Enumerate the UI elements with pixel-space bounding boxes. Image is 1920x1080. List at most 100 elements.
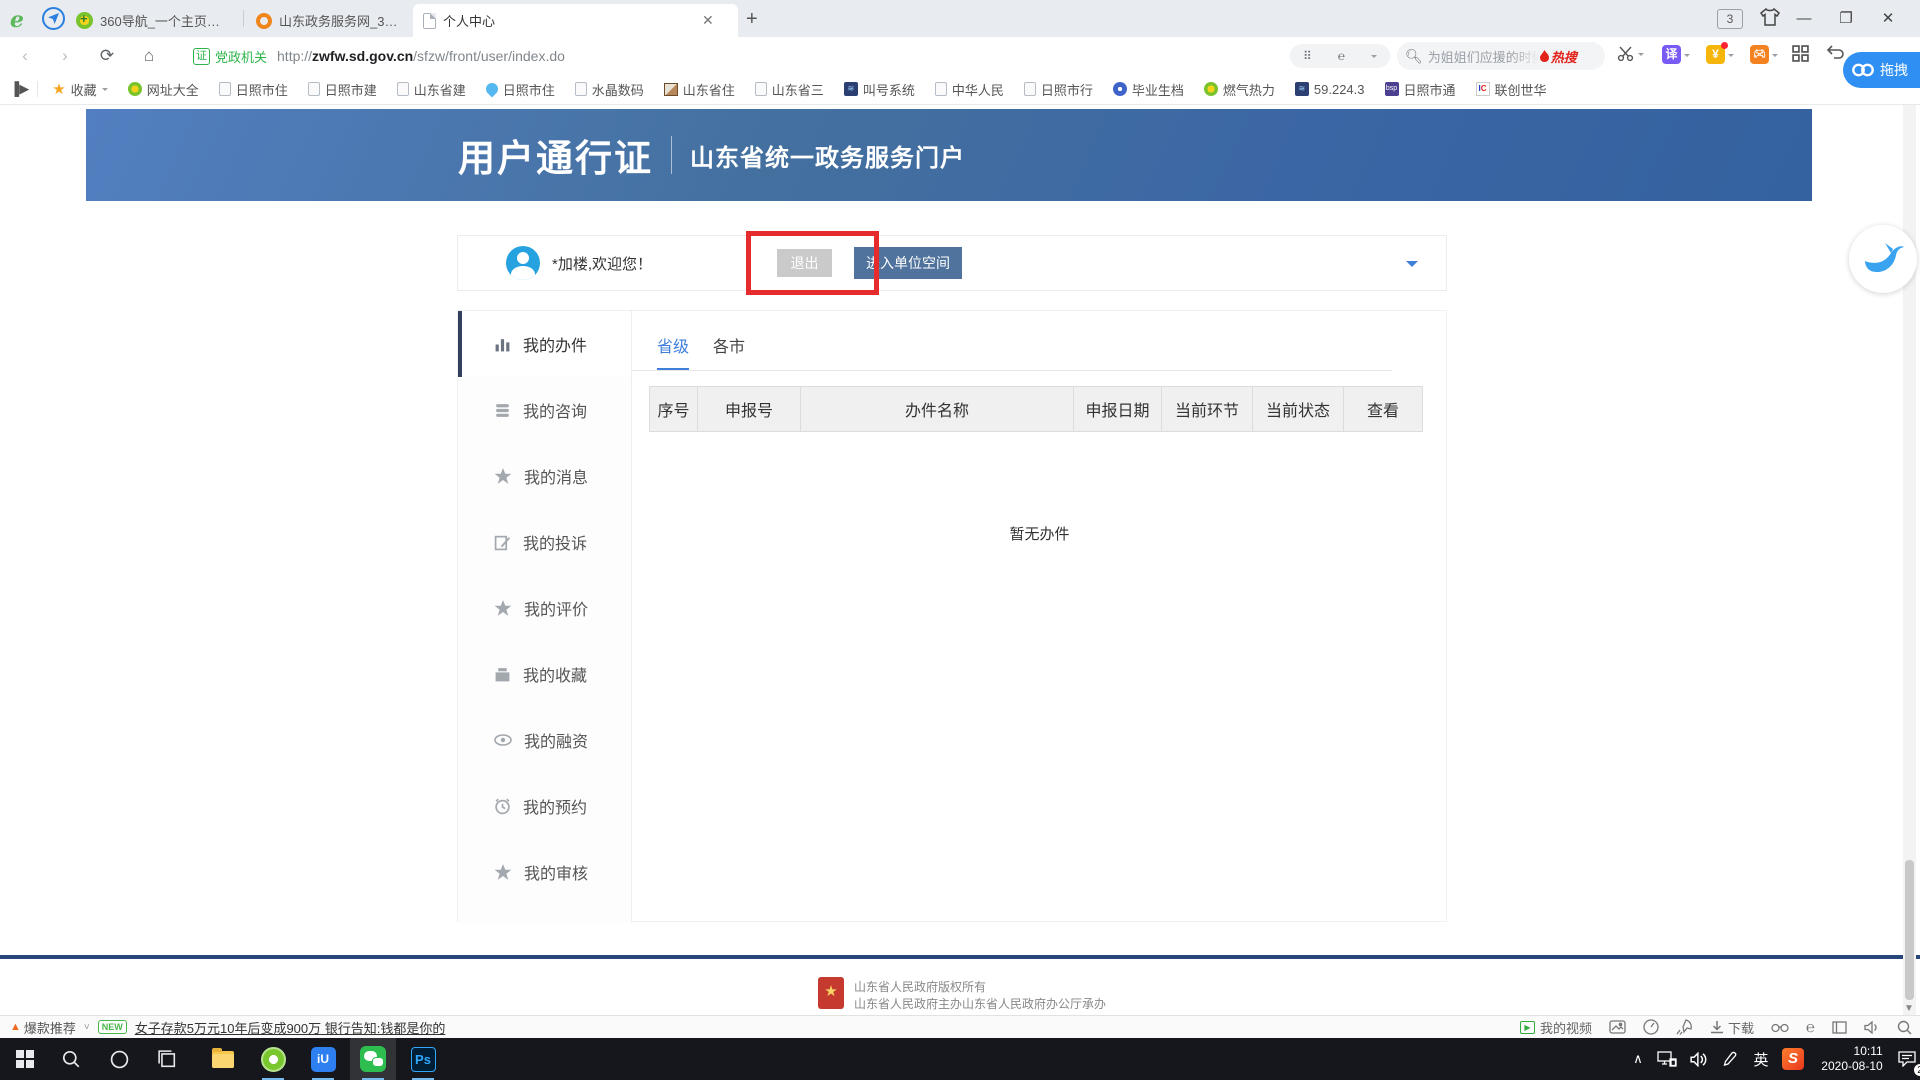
tab-count-badge[interactable]: 3 — [1717, 9, 1743, 29]
bookmark-item[interactable]: IC联创世华 — [1470, 80, 1553, 99]
bookmark-item[interactable]: 山东省三 — [749, 80, 830, 99]
sidebar-expand-icon[interactable]: ▐▶ — [10, 81, 38, 97]
ie-mode-icon[interactable]: ℮ — [1806, 1019, 1815, 1036]
action-center-button[interactable]: 2 — [1894, 1038, 1920, 1080]
sidebar-item-my-messages[interactable]: 我的消息 — [458, 443, 631, 509]
back-icon[interactable]: ‹ — [12, 43, 38, 68]
bookmark-item[interactable]: bsp日照市通 — [1379, 80, 1462, 99]
favorites-menu[interactable]: ★ 收藏 — [46, 80, 113, 99]
url-field[interactable]: 证 党政机关 http://zwfw.sd.gov.cn/sfzw/front/… — [183, 42, 1273, 70]
send-nav-icon[interactable] — [42, 7, 65, 30]
ime-language[interactable]: 英 — [1747, 1038, 1775, 1080]
zoom-search-icon[interactable] — [1897, 1020, 1912, 1035]
download-manager[interactable]: 下载 — [1710, 1018, 1754, 1037]
browser-tab-2[interactable]: 山东政务服务网_360搜索 — [246, 4, 412, 37]
volume-icon[interactable] — [1684, 1038, 1714, 1080]
bookmark-item[interactable]: 毕业生档 — [1107, 80, 1190, 99]
wechat-button[interactable] — [350, 1038, 396, 1080]
taskbar-search[interactable] — [48, 1038, 94, 1080]
photoshop-button[interactable]: Ps — [400, 1038, 446, 1080]
qr-grid-icon[interactable]: ⠿ — [1303, 49, 1312, 63]
home-icon[interactable]: ⌂ — [136, 43, 162, 68]
bookmark-item[interactable]: 日照市行 — [1018, 80, 1099, 99]
sidebar-item-my-financing[interactable]: 我的融资 — [458, 707, 631, 773]
theme-skin-icon[interactable] — [1760, 8, 1780, 31]
hot-search-link[interactable]: 热搜 — [1540, 47, 1577, 66]
360-browser-button[interactable] — [250, 1038, 296, 1080]
bookmark-item[interactable]: 山东省建 — [391, 80, 472, 99]
restore-button[interactable]: ❐ — [1833, 6, 1859, 30]
sidebar-item-my-cases[interactable]: 我的办件 — [458, 311, 631, 377]
search-box[interactable]: 🔍︎ 为姐姐们应援的时候 热搜 — [1397, 42, 1605, 70]
ie-compat-icon[interactable]: ℮ — [1338, 49, 1345, 63]
tray-expand-icon[interactable]: ∧ — [1625, 1038, 1651, 1080]
refresh-icon[interactable]: ⟳ — [94, 43, 120, 68]
bookmark-item[interactable]: 中华人民 — [929, 80, 1010, 99]
image-icon[interactable] — [1609, 1020, 1626, 1034]
chevron-down-icon[interactable]: ˅ — [84, 1022, 90, 1033]
scrollbar-down-icon[interactable]: ▼ — [1904, 1003, 1914, 1014]
undo-closed-tab-tool[interactable] — [1826, 45, 1844, 59]
sidebar-item-my-favorites[interactable]: 我的收藏 — [458, 641, 631, 707]
tab-close-icon[interactable]: ✕ — [700, 12, 716, 29]
sidebar-item-my-consultations[interactable]: 我的咨询 — [458, 377, 631, 443]
bookmark-item[interactable]: 日照市住 — [480, 80, 561, 99]
minimize-button[interactable]: — — [1791, 6, 1817, 30]
bookmark-item[interactable]: 燃气热力 — [1198, 80, 1281, 99]
bookmark-item[interactable]: 山东省住 — [658, 80, 741, 99]
speaker-icon[interactable] — [1864, 1021, 1880, 1034]
360-nav-icon — [76, 12, 93, 29]
browser-tab-3-active[interactable]: 个人中心 ✕ — [413, 4, 738, 37]
search-input-text[interactable]: 为姐姐们应援的时候 — [1428, 47, 1540, 66]
rocket-icon[interactable] — [1676, 1019, 1693, 1035]
bookmark-item[interactable]: ≋叫号系统 — [838, 80, 921, 99]
iu-app-button[interactable]: iU — [300, 1038, 346, 1080]
file-explorer-button[interactable] — [200, 1038, 246, 1080]
bookmark-item[interactable]: 水晶数码 — [569, 80, 650, 99]
chevron-down-icon[interactable] — [1371, 55, 1377, 61]
speed-dial-icon[interactable] — [1643, 1019, 1659, 1035]
start-button[interactable] — [2, 1038, 48, 1080]
hot-recommend[interactable]: ▲爆款推荐 — [10, 1018, 76, 1037]
translate-tool[interactable]: 译 — [1662, 45, 1690, 64]
apps-grid-tool[interactable] — [1792, 45, 1809, 62]
close-button[interactable]: ✕ — [1875, 6, 1901, 30]
taskbar-clock[interactable]: 10:112020-08-10 — [1812, 1038, 1892, 1080]
window-split-icon[interactable] — [1832, 1021, 1847, 1034]
sogou-tray-icon[interactable]: S — [1778, 1038, 1808, 1080]
page-subtitle: 山东省统一政务服务门户 — [690, 138, 965, 173]
scrollbar-thumb[interactable] — [1905, 860, 1914, 1000]
bookmark-item[interactable]: 日照市建 — [302, 80, 383, 99]
sidebar-item-my-appointments[interactable]: 我的预约 — [458, 773, 631, 839]
network-icon[interactable] — [1652, 1038, 1682, 1080]
page-title: 用户通行证 — [458, 128, 653, 182]
reading-glasses-icon[interactable] — [1771, 1021, 1789, 1033]
new-tab-button[interactable]: + — [746, 8, 758, 31]
userbar-chevron-down-icon[interactable] — [1406, 261, 1418, 273]
cloud-drag-widget[interactable]: 拖拽 — [1843, 52, 1920, 88]
iu-app-icon: iU — [311, 1047, 336, 1072]
wallet-tool[interactable]: ¥ — [1706, 45, 1734, 64]
page-icon — [575, 82, 587, 96]
forward-icon[interactable]: › — [52, 43, 78, 68]
bookmark-item[interactable]: 日照市住 — [213, 80, 294, 99]
task-view-button[interactable] — [144, 1038, 190, 1080]
tab-provincial[interactable]: 省级 — [657, 333, 689, 370]
tab-cities[interactable]: 各市 — [713, 333, 745, 370]
news-headline-link[interactable]: 女子存款5万元10年后变成900万 银行告知:钱都是你的 — [135, 1018, 446, 1037]
sidebar-item-my-complaints[interactable]: 我的投诉 — [458, 509, 631, 575]
sidebar-item-my-ratings[interactable]: 我的评价 — [458, 575, 631, 641]
windows-ink-icon[interactable] — [1716, 1038, 1744, 1080]
sidebar-item-my-reviews[interactable]: 我的审核 — [458, 839, 631, 905]
assistant-float-icon[interactable] — [1849, 225, 1917, 293]
cortana-button[interactable] — [96, 1038, 142, 1080]
money-shield-icon: ¥ — [1706, 45, 1725, 64]
game-tool[interactable]: 🎮︎ — [1750, 45, 1778, 64]
page-icon — [755, 82, 767, 96]
browser-tab-1[interactable]: 360导航_一个主页，整个世界 — [66, 4, 242, 37]
my-videos[interactable]: ▶我的视频 — [1520, 1018, 1592, 1037]
screenshot-tool[interactable] — [1617, 45, 1644, 63]
bookmark-item[interactable]: 网址大全 — [122, 80, 205, 99]
page-icon — [935, 82, 947, 96]
bookmark-item[interactable]: ≋59.224.3 — [1289, 82, 1371, 97]
